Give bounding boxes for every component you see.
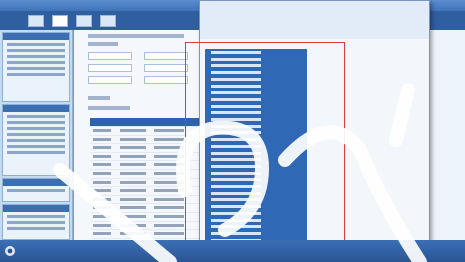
sidebar-item[interactable] bbox=[7, 61, 65, 64]
sidebar-section bbox=[2, 32, 70, 102]
sidebar-item[interactable] bbox=[7, 49, 65, 52]
sidebar-item[interactable] bbox=[7, 215, 65, 218]
sidebar-item[interactable] bbox=[7, 43, 65, 46]
sidebar-item[interactable] bbox=[7, 151, 65, 154]
form-field[interactable] bbox=[144, 52, 188, 60]
section-label bbox=[88, 96, 110, 100]
sidebar-item[interactable] bbox=[7, 189, 65, 192]
sidebar-item[interactable] bbox=[7, 73, 65, 76]
form-field[interactable] bbox=[88, 52, 132, 60]
sidebar bbox=[0, 30, 73, 240]
form-field[interactable] bbox=[144, 76, 188, 84]
form-field[interactable] bbox=[88, 76, 132, 84]
highlight-box bbox=[185, 42, 345, 259]
sidebar-item[interactable] bbox=[7, 133, 65, 136]
form-field[interactable] bbox=[88, 64, 132, 72]
toolbar[interactable] bbox=[88, 106, 130, 110]
sidebar-item[interactable] bbox=[7, 121, 65, 124]
app-logo-icon bbox=[5, 246, 15, 256]
sidebar-section-title bbox=[3, 33, 69, 40]
sidebar-section bbox=[2, 204, 70, 240]
section-label bbox=[88, 42, 118, 46]
menu-item-active[interactable] bbox=[52, 15, 68, 27]
sidebar-item[interactable] bbox=[7, 139, 65, 142]
dropdown-header bbox=[200, 1, 429, 39]
page-title bbox=[88, 34, 184, 38]
sidebar-section bbox=[2, 178, 70, 202]
sidebar-item[interactable] bbox=[7, 127, 65, 130]
sidebar-item[interactable] bbox=[7, 67, 65, 70]
form-field[interactable] bbox=[144, 64, 188, 72]
menu-item[interactable] bbox=[28, 15, 44, 27]
sidebar-section-title bbox=[3, 205, 69, 212]
sidebar-section-title bbox=[3, 179, 69, 186]
sidebar-section bbox=[2, 104, 70, 176]
sidebar-item[interactable] bbox=[7, 227, 65, 230]
sidebar-section-title bbox=[3, 105, 69, 112]
sidebar-item[interactable] bbox=[7, 221, 65, 224]
menu-item[interactable] bbox=[76, 15, 92, 27]
sidebar-item[interactable] bbox=[7, 55, 65, 58]
status-bar bbox=[0, 240, 465, 262]
right-panel bbox=[428, 30, 465, 240]
sidebar-item[interactable] bbox=[7, 145, 65, 148]
sidebar-item[interactable] bbox=[7, 115, 65, 118]
menu-item[interactable] bbox=[100, 15, 116, 27]
